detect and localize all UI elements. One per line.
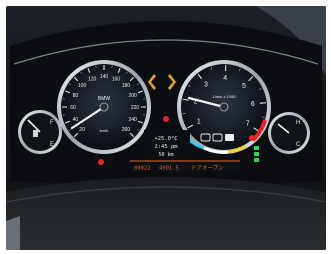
speedometer-unit: km/h bbox=[100, 128, 109, 133]
clock-time: 2:45 pm bbox=[154, 144, 178, 150]
outside-temperature: +25.0°C bbox=[154, 136, 177, 142]
tachometer-tick-label: 3 bbox=[204, 81, 208, 88]
tachometer-tick-label: 6 bbox=[251, 101, 255, 108]
cabin-light-patch bbox=[6, 216, 20, 250]
speedometer-tick-label: 80 bbox=[73, 93, 79, 99]
tachometer-unit: 1/min x 1000 bbox=[213, 94, 237, 99]
speedometer-tick-label: 240 bbox=[128, 117, 137, 123]
tachometer-hub bbox=[219, 102, 229, 112]
speedometer-tick-label: 40 bbox=[73, 117, 79, 123]
temp-cold-mark: C bbox=[296, 142, 301, 148]
speedometer: 20406080100120 140 160180200220240260 BMW … bbox=[57, 60, 151, 154]
speedometer-logo: BMW bbox=[98, 96, 111, 102]
speedometer-hub bbox=[99, 102, 109, 112]
green-indicator-2 bbox=[254, 152, 259, 156]
info-display: +25.0°C 2:45 pm 50 km bbox=[144, 130, 190, 162]
speedometer-tick-label: 120 bbox=[88, 76, 97, 82]
brake-warning-icon bbox=[98, 159, 104, 165]
speedometer-tick-label: 260 bbox=[122, 127, 131, 133]
fuel-gauge: F E bbox=[18, 110, 62, 154]
odometer-value: 89022 bbox=[134, 166, 151, 172]
speedometer-tick-label: 220 bbox=[131, 105, 140, 111]
speedometer-tick-label: 20 bbox=[79, 127, 85, 133]
tachometer: 1234567 1/min x 1000 bbox=[177, 60, 271, 154]
steering-wheel-rim bbox=[6, 177, 326, 250]
speedometer-tick-label: 140 bbox=[100, 74, 109, 80]
instrument-cluster-photo: F E 20 40 60 80 100 120 140 160 180 200 220 240 260 … bbox=[6, 6, 326, 250]
trip-value: 4901.5 bbox=[159, 166, 179, 172]
speedometer-tick-label: 100 bbox=[78, 83, 87, 89]
range-remaining: 50 km bbox=[158, 152, 173, 158]
green-indicator-3 bbox=[254, 158, 259, 162]
tachometer-tick-label: 7 bbox=[246, 121, 250, 128]
tachometer-tick-label: 5 bbox=[242, 83, 246, 90]
temp-hot-mark: H bbox=[296, 120, 300, 126]
tachometer-tick-label: 1 bbox=[197, 119, 201, 126]
tachometer-tick bbox=[259, 102, 266, 104]
fuel-pump-icon bbox=[33, 130, 38, 137]
battery-warning-icon bbox=[249, 135, 255, 141]
speedometer-tick-label: 60 bbox=[70, 105, 76, 111]
fuel-full-mark: F bbox=[50, 120, 54, 126]
speedometer-tick-label: 200 bbox=[128, 93, 137, 99]
status-strip: 89022 4901.5 ドアオープン bbox=[130, 160, 240, 172]
speedometer-tick-label: 180 bbox=[122, 83, 131, 89]
temperature-gauge: H C bbox=[268, 112, 310, 154]
cluster-scene: F E 20406080100120 140 160180200220240260 … bbox=[6, 6, 326, 250]
fuel-empty-mark: E bbox=[50, 142, 54, 148]
green-indicator-1 bbox=[254, 146, 259, 150]
parking-icon bbox=[225, 134, 234, 141]
speedometer-tick-label: 160 bbox=[112, 76, 121, 82]
tachometer-tick-label: 4 bbox=[223, 75, 227, 82]
door-open-message: ドアオープン bbox=[191, 165, 224, 172]
warning-light-icon bbox=[163, 116, 169, 122]
